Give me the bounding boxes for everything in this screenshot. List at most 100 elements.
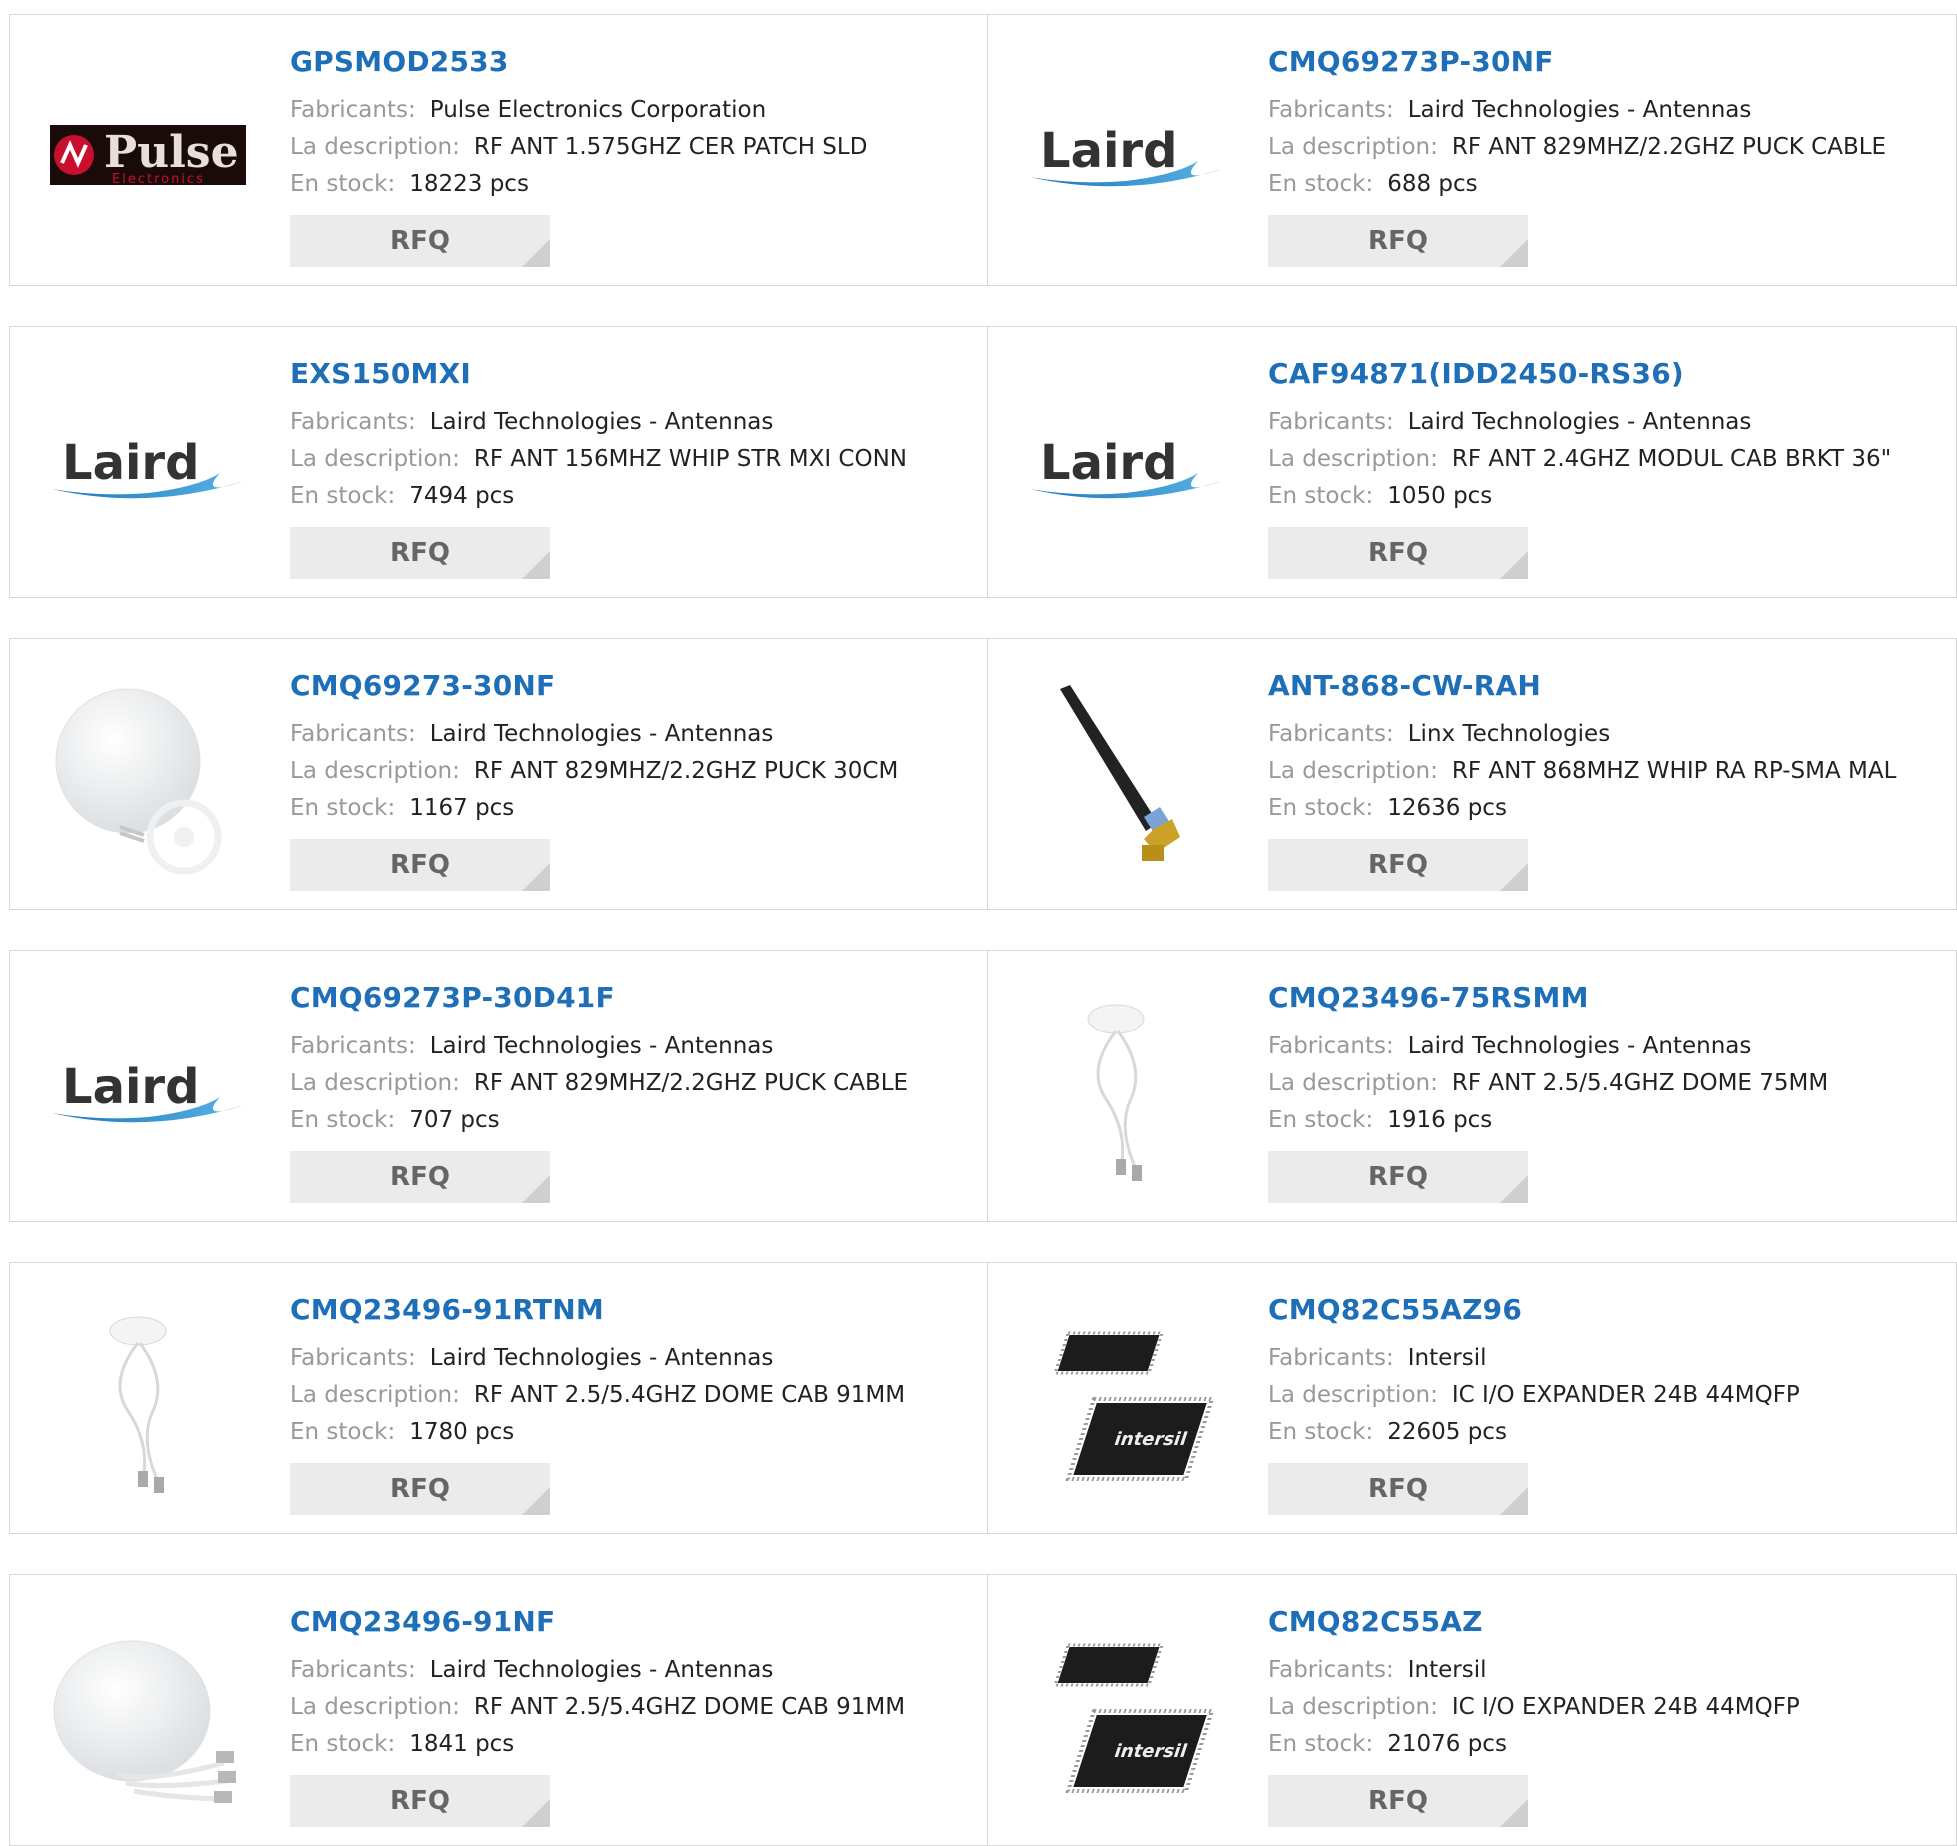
part-number-link[interactable]: CMQ23496-75RSMM [1268,981,1589,1014]
description-value: RF ANT 829MHZ/2.2GHZ PUCK CABLE [473,1070,909,1096]
laird-image[interactable]: Laird [1026,365,1226,565]
description-label: La description: [1268,134,1438,160]
svg-text:intersil: intersil [1112,1741,1190,1761]
rfq-button[interactable]: RFQ [1268,1775,1528,1827]
part-number-link[interactable]: CMQ82C55AZ [1268,1605,1483,1638]
manufacturer-label: Fabricants: [1268,409,1394,435]
laird-image[interactable]: Laird [48,365,248,565]
description-value: RF ANT 829MHZ/2.2GHZ PUCK CABLE [1451,134,1887,160]
product-card: Laird CMQ69273P-30NF Fabricants: Laird Tech… [988,15,1957,285]
description-field: La description: RF ANT 2.5/5.4GHZ DOME 75… [1268,1070,1828,1096]
rfq-button[interactable]: RFQ [290,527,550,579]
manufacturer-label: Fabricants: [290,1033,416,1059]
product-card: Laird EXS150MXI Fabricants: Laird Technolog… [10,327,987,597]
stock-field: En stock: 707 pcs [290,1107,500,1133]
description-field: La description: RF ANT 868MHZ WHIP RA RP-… [1268,758,1896,784]
part-number-link[interactable]: CMQ82C55AZ96 [1268,1293,1522,1326]
rfq-button[interactable]: RFQ [290,1463,550,1515]
product-card: Laird CAF94871(IDD2450-RS36) Fabricants: La… [988,327,1957,597]
stock-field: En stock: 7494 pcs [290,483,514,509]
button-corner-icon [1500,1175,1528,1203]
rfq-button-label: RFQ [390,1474,450,1504]
description-label: La description: [290,1070,460,1096]
button-corner-icon [522,863,550,891]
description-field: La description: RF ANT 2.5/5.4GHZ DOME CA… [290,1382,905,1408]
stock-field: En stock: 1167 pcs [290,795,514,821]
part-number-link[interactable]: CAF94871(IDD2450-RS36) [1268,357,1684,390]
ic-chip-image[interactable]: intersil [1026,1301,1226,1501]
manufacturer-label: Fabricants: [1268,1657,1394,1683]
manufacturer-label: Fabricants: [1268,97,1394,123]
rfq-button-label: RFQ [390,1162,450,1192]
stock-value: 1780 pcs [409,1419,515,1445]
part-number-link[interactable]: CMQ23496-91NF [290,1605,555,1638]
part-number-link[interactable]: GPSMOD2533 [290,45,509,78]
manufacturer-value: Laird Technologies - Antennas [1407,1033,1752,1059]
description-label: La description: [1268,758,1438,784]
part-number-link[interactable]: ANT-868-CW-RAH [1268,669,1541,702]
product-card: CMQ23496-91RTNM Fabricants: Laird Technolo… [10,1263,987,1533]
part-number-link[interactable]: CMQ69273P-30NF [1268,45,1554,78]
stock-label: En stock: [290,171,396,197]
description-value: RF ANT 1.575GHZ CER PATCH SLD [473,134,868,160]
rfq-button[interactable]: RFQ [1268,527,1528,579]
button-corner-icon [1500,551,1528,579]
product-row: Laird EXS150MXI Fabricants: Laird Technolog… [9,326,1957,598]
description-value: IC I/O EXPANDER 24B 44MQFP [1451,1382,1800,1408]
button-corner-icon [1500,1487,1528,1515]
rfq-button[interactable]: RFQ [1268,215,1528,267]
puck-antenna-image[interactable] [48,677,248,877]
part-number-link[interactable]: EXS150MXI [290,357,471,390]
pulse-image[interactable]: Pulse Electronics [48,53,248,253]
stock-value: 18223 pcs [409,171,529,197]
product-card: CMQ23496-75RSMM Fabricants: Laird Technolo… [988,951,1957,1221]
manufacturer-value: Intersil [1407,1345,1487,1371]
description-value: RF ANT 868MHZ WHIP RA RP-SMA MAL [1451,758,1897,784]
product-card: ANT-868-CW-RAH Fabricants: Linx Technologi… [988,639,1957,909]
rfq-button[interactable]: RFQ [1268,1151,1528,1203]
product-card: intersil CMQ82C55AZ96 Fabricants: Intersil L… [988,1263,1957,1533]
rfq-button[interactable]: RFQ [290,839,550,891]
description-field: La description: IC I/O EXPANDER 24B 44MQF… [1268,1694,1800,1720]
rfq-button[interactable]: RFQ [1268,839,1528,891]
button-corner-icon [1500,239,1528,267]
description-field: La description: RF ANT 2.4GHZ MODUL CAB B… [1268,446,1891,472]
rfq-button-label: RFQ [1368,1474,1428,1504]
stock-label: En stock: [1268,1419,1374,1445]
svg-text:Laird: Laird [62,1059,199,1115]
manufacturer-label: Fabricants: [1268,721,1394,747]
stock-label: En stock: [1268,1107,1374,1133]
manufacturer-value: Laird Technologies - Antennas [429,1345,774,1371]
part-number-link[interactable]: CMQ69273-30NF [290,669,555,702]
manufacturer-value: Linx Technologies [1407,721,1611,747]
product-card: intersil CMQ82C55AZ Fabricants: Intersil La … [988,1575,1957,1845]
stock-value: 12636 pcs [1387,795,1507,821]
laird-image[interactable]: Laird [48,989,248,1189]
rfq-button[interactable]: RFQ [290,215,550,267]
part-number-link[interactable]: CMQ23496-91RTNM [290,1293,604,1326]
whip-antenna-image[interactable] [1026,677,1226,877]
rfq-button-label: RFQ [1368,226,1428,256]
laird-image[interactable]: Laird [1026,53,1226,253]
product-card: CMQ69273-30NF Fabricants: Laird Technologi… [10,639,987,909]
button-corner-icon [522,239,550,267]
button-corner-icon [522,1799,550,1827]
description-label: La description: [290,1694,460,1720]
product-row: Pulse Electronics GPSMOD2533 Fabricants: Pul… [9,14,1957,286]
manufacturer-field: Fabricants: Laird Technologies - Antennas [1268,1033,1751,1059]
button-corner-icon [522,1175,550,1203]
manufacturer-value: Laird Technologies - Antennas [429,1657,774,1683]
rfq-button[interactable]: RFQ [290,1151,550,1203]
description-field: La description: RF ANT 829MHZ/2.2GHZ PUCK… [290,758,898,784]
dome-antenna-image[interactable] [48,1301,248,1501]
rfq-button[interactable]: RFQ [1268,1463,1528,1515]
dome-antenna-image[interactable] [1026,989,1226,1189]
description-label: La description: [290,758,460,784]
product-card: CMQ23496-91NF Fabricants: Laird Technologi… [10,1575,987,1845]
ic-chip-image[interactable]: intersil [1026,1613,1226,1813]
description-field: La description: RF ANT 829MHZ/2.2GHZ PUCK… [290,1070,908,1096]
puck-antenna-large-image[interactable] [48,1613,248,1813]
stock-label: En stock: [290,483,396,509]
part-number-link[interactable]: CMQ69273P-30D41F [290,981,615,1014]
rfq-button[interactable]: RFQ [290,1775,550,1827]
